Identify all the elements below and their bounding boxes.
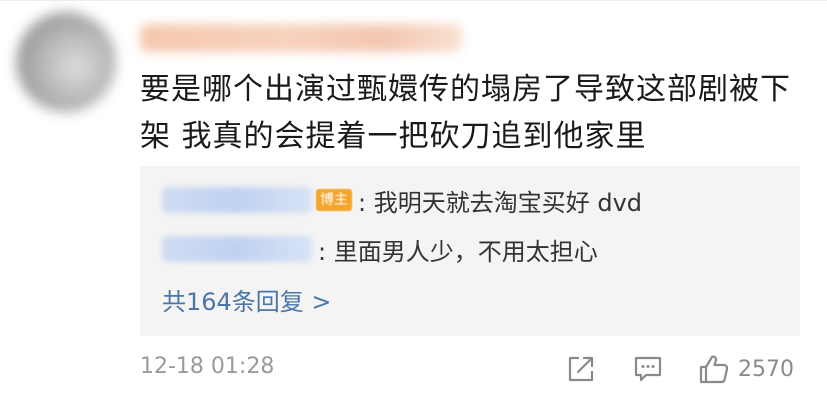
author-badge: 博主 <box>316 189 352 211</box>
top-divider <box>0 0 827 1</box>
comment-text: 要是哪个出演过甄嬛传的塌房了导致这部剧被下 架 我真的会提着一把砍刀追到他家里 <box>140 66 800 160</box>
reply-text: : 里面男人少，不用太担心 <box>318 237 598 266</box>
reply-item[interactable]: 博主 : 我明天就去淘宝买好 dvd <box>162 184 643 217</box>
comment-icon <box>634 356 662 382</box>
comment-text-line-1: 要是哪个出演过甄嬛传的塌房了导致这部剧被下 <box>140 72 791 107</box>
comment-text-line-2: 架 我真的会提着一把砍刀追到他家里 <box>140 119 647 154</box>
reply-username[interactable] <box>162 236 312 262</box>
reply-box: 博主 : 我明天就去淘宝买好 dvd : 里面男人少，不用太担心 共164条回复… <box>140 166 800 336</box>
comment-username[interactable] <box>140 24 462 52</box>
share-icon <box>568 356 594 382</box>
reply-item[interactable]: : 里面男人少，不用太担心 <box>162 233 598 266</box>
like-count: 2570 <box>738 356 794 382</box>
reply-username[interactable] <box>162 187 312 213</box>
avatar[interactable] <box>16 12 116 112</box>
thumbs-up-icon <box>699 355 729 384</box>
comment-timestamp: 12-18 01:28 <box>140 354 275 379</box>
reply-text: : 我明天就去淘宝买好 dvd <box>358 188 643 217</box>
share-button[interactable] <box>566 352 596 386</box>
comment-button[interactable] <box>633 352 663 386</box>
view-all-replies-link[interactable]: 共164条回复 > <box>162 282 332 317</box>
like-button[interactable]: 2570 <box>698 352 794 386</box>
